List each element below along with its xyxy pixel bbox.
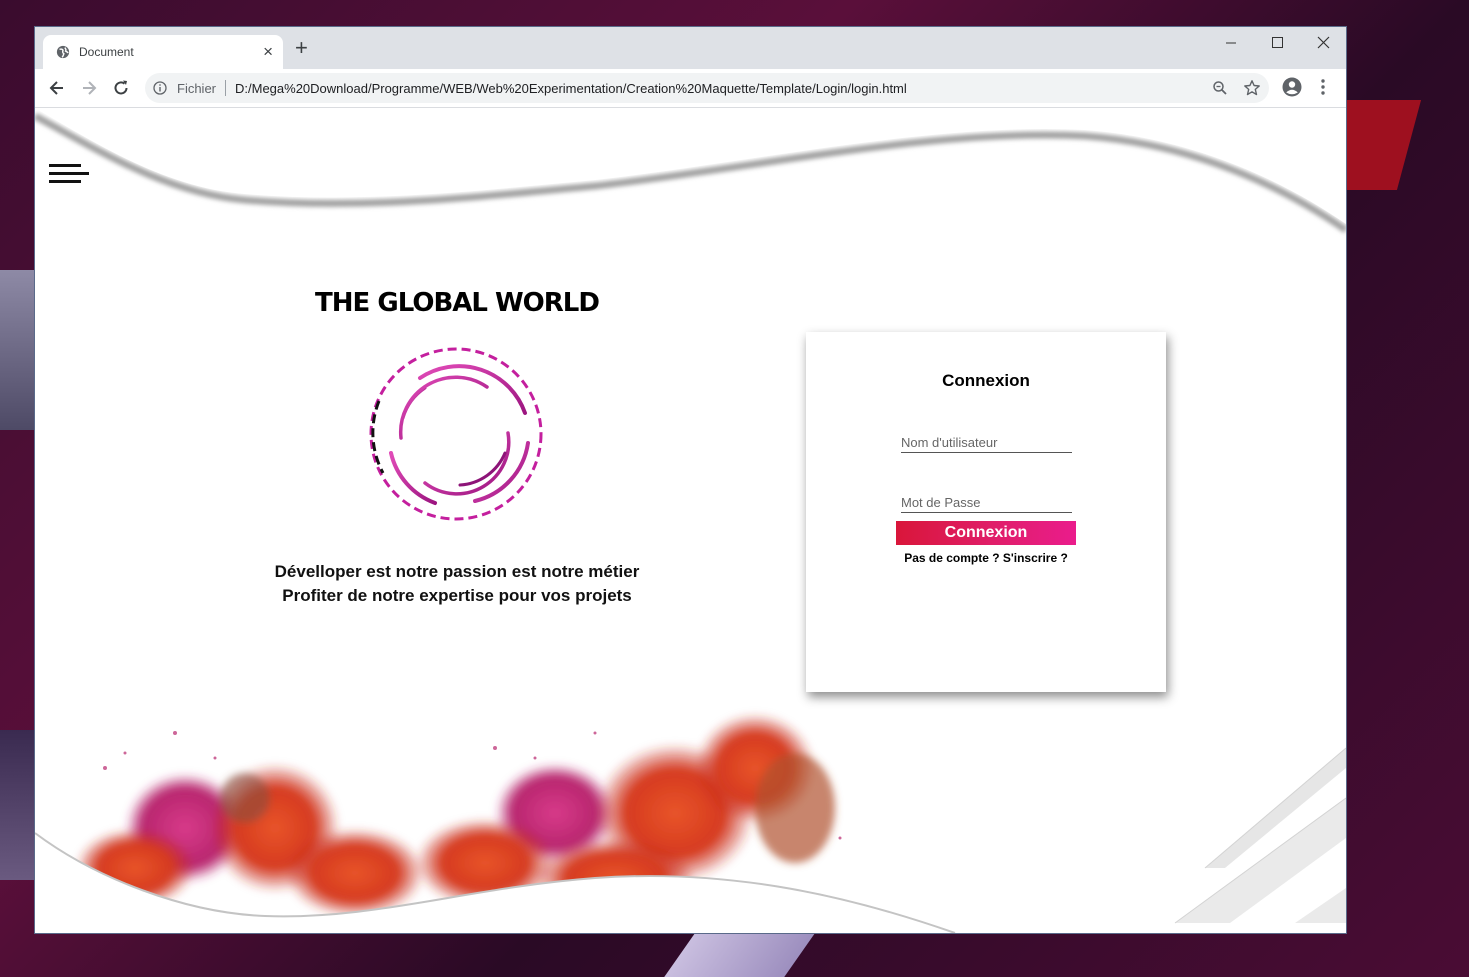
tagline-line-2: Profiter de notre expertise pour vos pro… (282, 586, 632, 605)
browser-toolbar: Fichier D:/Mega%20Download/Programme/WEB… (35, 69, 1346, 108)
star-icon[interactable] (1243, 79, 1261, 97)
tagline: Dévelloper est notre passion est notre m… (207, 560, 707, 608)
window-close-icon[interactable] (1308, 33, 1338, 53)
address-bar[interactable]: Fichier D:/Mega%20Download/Programme/WEB… (145, 73, 1269, 103)
desktop-wallpaper-shape (0, 730, 35, 880)
tab-title: Document (79, 45, 134, 59)
tab-bar: Document × + (35, 27, 1346, 69)
login-title: Connexion (942, 371, 1030, 390)
security-label: Fichier (177, 81, 217, 96)
plus-icon[interactable]: + (295, 37, 308, 59)
signup-prefix: Pas de compte ? (904, 551, 1003, 565)
signup-prompt: Pas de compte ? S'inscrire ? (806, 551, 1166, 565)
username-field[interactable] (901, 432, 1072, 453)
zoom-icon[interactable] (1212, 80, 1228, 96)
url-text[interactable]: D:/Mega%20Download/Programme/WEB/Web%20E… (235, 81, 907, 96)
login-button[interactable]: Connexion (896, 521, 1076, 545)
browser-window: Document × + Fichier D:/Mega%20Download/… (35, 27, 1346, 933)
page-viewport: THE GLOBAL WORLD Dévelloper est notre pa… (35, 108, 1346, 933)
omnibox-divider (225, 80, 226, 96)
forward-icon[interactable] (79, 78, 99, 98)
login-card: Connexion Connexion Pas de compte ? S'in… (806, 332, 1166, 692)
account-icon[interactable] (1282, 77, 1302, 97)
brand-title: THE GLOBAL WORLD (315, 288, 600, 318)
hamburger-icon[interactable] (49, 164, 89, 190)
kebab-menu-icon[interactable] (1319, 77, 1327, 97)
desktop-wallpaper-shape (664, 932, 816, 977)
info-icon[interactable] (153, 81, 167, 95)
minimize-icon[interactable] (1216, 33, 1246, 53)
logo-rings-icon (369, 347, 543, 521)
reload-icon[interactable] (111, 78, 131, 98)
maximize-icon[interactable] (1262, 33, 1292, 53)
globe-icon (56, 45, 70, 59)
password-field[interactable] (901, 492, 1072, 513)
tagline-line-1: Dévelloper est notre passion est notre m… (274, 562, 640, 581)
signup-link[interactable]: S'inscrire ? (1003, 551, 1068, 565)
tab-document[interactable]: Document × (43, 35, 283, 69)
desktop-wallpaper-shape (0, 270, 35, 430)
back-icon[interactable] (47, 78, 67, 98)
close-icon[interactable]: × (263, 42, 273, 62)
